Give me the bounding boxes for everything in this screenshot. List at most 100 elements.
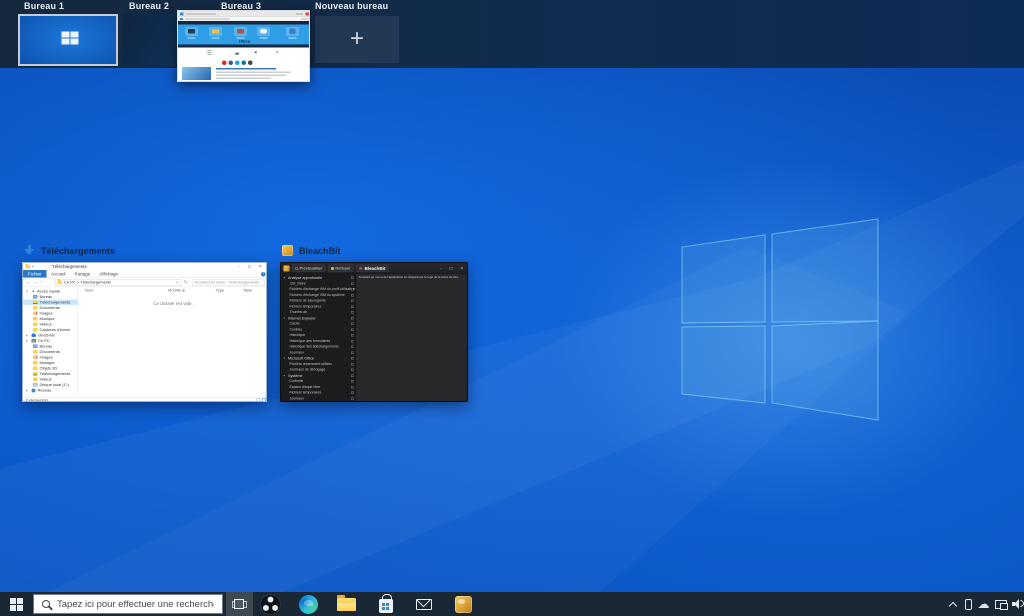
browser-addressbar [178,17,310,21]
taskbar-icon-obs[interactable] [255,592,285,616]
taskbar-icon-edge[interactable] [293,592,323,616]
facebook-icon [229,61,234,66]
taskbar-icon-bleachbit[interactable] [448,592,478,616]
checkbox[interactable] [351,351,354,354]
taskbar-icon-explorer[interactable] [331,592,361,616]
bleachbit-icon [282,245,293,256]
nav-arrows[interactable]: ←→↑ [26,280,45,285]
column-headers[interactable]: Nom Modifié le Type Taille [78,288,267,294]
checkbox[interactable] [351,369,354,372]
cloud-icon: ☁ [978,598,990,610]
tray-phone[interactable] [961,592,975,616]
checkbox[interactable] [351,374,354,377]
desktop-icon [33,345,38,349]
info-pane: Accédez au menu de l'application en cliq… [356,274,468,402]
refresh-icon[interactable]: ↻ [184,280,188,286]
hint-message: Accédez au menu de l'application en cliq… [359,276,459,279]
view-toggle-buttons[interactable] [257,399,267,403]
checkbox[interactable] [351,328,354,331]
checkbox[interactable] [351,311,354,314]
checkbox[interactable] [351,282,354,285]
nav-item[interactable]: ▸Réseau [23,388,78,394]
taskbar-search[interactable] [33,594,223,614]
tray-volume[interactable] [1010,592,1024,616]
search-input[interactable] [57,599,214,610]
window-thumbnail-bleachbit[interactable]: Prévisualiser Nettoyer Abandonner Bleach… [280,262,468,402]
list-view-icon [257,399,261,403]
checkbox[interactable] [351,363,354,366]
pictures-folder-icon [33,356,38,360]
mini-windows-logo-icon [61,32,78,45]
tree-item[interactable]: Journaux [281,396,356,402]
pictures-folder-icon [33,312,38,316]
site-feature-icons: ☰ ☁ ➤ >_ [178,48,310,60]
window-label-bleachbit: BleachBit [282,245,341,256]
task-view-icon [232,598,247,611]
desktop-thumbnail-3-preview[interactable]: Hbtea ☰ ☁ ➤ >_ [177,10,310,82]
checkbox[interactable] [351,386,354,389]
folder-icon [33,361,38,365]
window-thumbnail-explorer[interactable]: ▾ Téléchargements – ▢ ✕ Fichier Accueil … [22,262,267,402]
checkbox[interactable] [351,397,354,400]
site-banner: Hbtea [178,25,310,45]
checkbox[interactable] [351,323,354,326]
clean-button[interactable]: Nettoyer [328,265,354,273]
tab-accueil[interactable]: Accueil [47,270,71,278]
window-controls: – ▢ ✕ [238,264,265,269]
checkbox[interactable] [351,334,354,337]
checkbox[interactable] [351,392,354,395]
folder-icon [26,265,31,269]
checkbox[interactable] [351,288,354,291]
file-explorer-icon [337,598,356,611]
tab-partage[interactable]: Partage [70,270,95,278]
checkbox[interactable] [351,277,354,280]
desktop-label-new: Nouveau bureau [315,1,388,11]
tray-show-hidden-icons[interactable] [946,592,960,616]
folder-icon [33,378,38,382]
desktop-thumbnail-1[interactable] [18,14,118,66]
explorer-search-input[interactable]: Rechercher dans : Téléchargements [192,279,265,286]
ribbon-tabs: Fichier Accueil Partage Affichage ? [23,270,267,278]
tray-onedrive[interactable]: ☁ [976,592,991,616]
checkbox[interactable] [351,357,354,360]
help-icon[interactable]: ? [261,272,266,277]
network-icon [995,600,1007,609]
checkbox[interactable] [351,300,354,303]
explorer-statusbar: 0 élément(s) [23,397,267,402]
folder-icon [33,323,38,327]
address-input[interactable]: Ce PC > Téléchargements ∨ [55,279,181,286]
preview-button[interactable]: Prévisualiser [292,265,325,273]
bleachbit-logo-icon[interactable] [284,265,290,271]
bleachbit-icon [455,596,472,613]
mail-icon [416,599,432,610]
star-icon: ★ [32,290,36,294]
tab-title-bar [186,13,216,15]
abort-button[interactable]: Abandonner [356,265,389,273]
tab-fichier[interactable]: Fichier [23,270,47,278]
new-desktop-button[interactable]: + [315,16,399,63]
checkbox[interactable] [351,340,354,343]
taskbar-icon-store[interactable] [371,592,401,616]
checkbox[interactable] [351,346,354,349]
taskbar: ☁ [0,592,1024,616]
obs-icon [261,595,280,614]
task-view-button[interactable] [226,592,253,616]
terminal-icon: >_ [276,50,281,55]
taskbar-icon-mail[interactable] [409,592,439,616]
window-controls[interactable]: – ▢ ✕ [440,266,467,271]
windows-logo [676,213,884,425]
checkbox[interactable] [351,380,354,383]
volume-icon [1012,599,1024,610]
bleachbit-headerbar: Prévisualiser Nettoyer Abandonner Bleach… [281,263,468,274]
tab-affichage[interactable]: Affichage [95,270,123,278]
checkbox[interactable] [351,317,354,320]
screen: Bureau 1 Bureau 2 Bureau 3 Nouveau burea… [0,0,1024,616]
desktop-label-1: Bureau 1 [24,1,64,11]
folder-icon [58,281,63,285]
checkbox[interactable] [351,294,354,297]
magnifier-icon [295,267,298,270]
onedrive-icon [32,334,37,338]
tray-network[interactable] [992,592,1009,616]
start-button[interactable] [0,592,32,616]
checkbox[interactable] [351,305,354,308]
